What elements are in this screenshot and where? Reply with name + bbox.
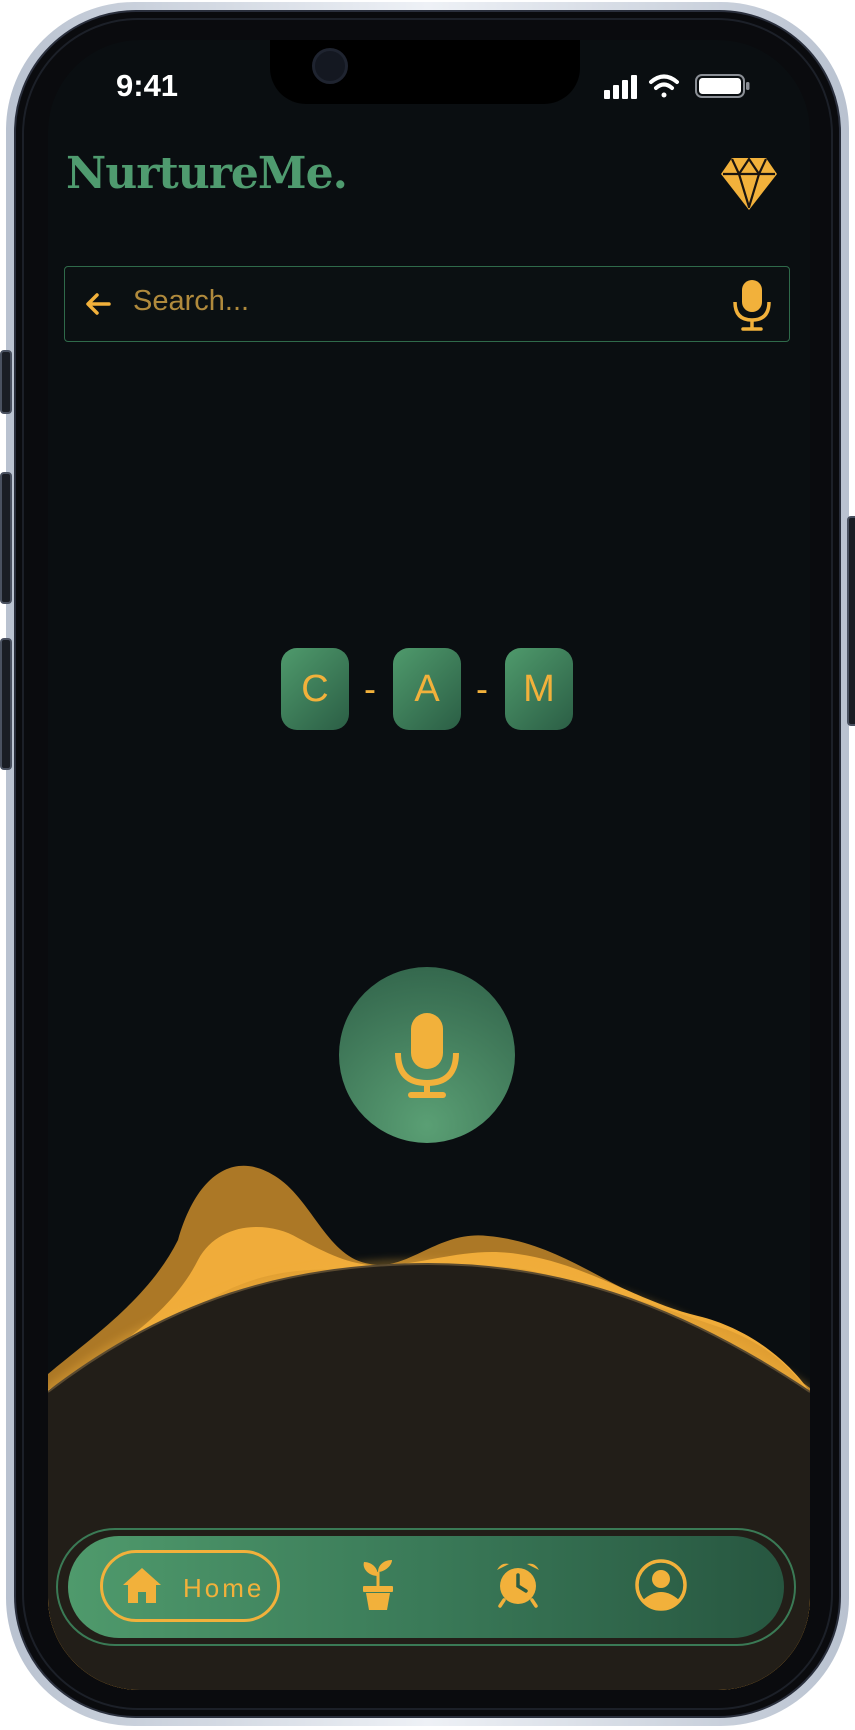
- search-input[interactable]: Search...: [133, 285, 249, 318]
- battery-icon: [695, 74, 750, 98]
- plant-icon[interactable]: [358, 1560, 398, 1612]
- status-icons: [604, 74, 750, 99]
- code-display: C - A - M: [48, 648, 810, 730]
- code-separator: -: [364, 668, 376, 709]
- alarm-icon[interactable]: [495, 1560, 541, 1608]
- record-mic-button[interactable]: [339, 967, 515, 1143]
- bottom-nav-bar: Home: [68, 1536, 784, 1638]
- premium-diamond-icon[interactable]: [720, 156, 778, 212]
- volume-up-button: [0, 472, 12, 604]
- microphone-icon: [395, 1013, 459, 1098]
- code-tile: M: [505, 648, 573, 730]
- status-time: 9:41: [116, 68, 179, 103]
- volume-down-button: [0, 638, 12, 770]
- wifi-icon: [649, 74, 679, 98]
- code-tile: A: [393, 648, 461, 730]
- camera: [312, 48, 348, 84]
- search-bar[interactable]: Search...: [64, 266, 790, 342]
- home-icon: [123, 1568, 161, 1603]
- voice-search-icon[interactable]: [731, 278, 773, 332]
- signal-icon: [604, 75, 637, 99]
- silent-switch: [0, 350, 12, 414]
- code-separator: -: [476, 668, 488, 709]
- nav-home-tab[interactable]: Home: [100, 1550, 280, 1622]
- profile-icon[interactable]: [634, 1558, 688, 1612]
- code-tile: C: [281, 648, 349, 730]
- screen: 9:41 NurtureMe. Search... C - A - M Home: [48, 40, 810, 1690]
- app-logo: NurtureMe.: [66, 148, 348, 199]
- nav-home-label: Home: [183, 1573, 265, 1603]
- power-button: [847, 516, 855, 726]
- back-arrow-icon[interactable]: [83, 289, 113, 319]
